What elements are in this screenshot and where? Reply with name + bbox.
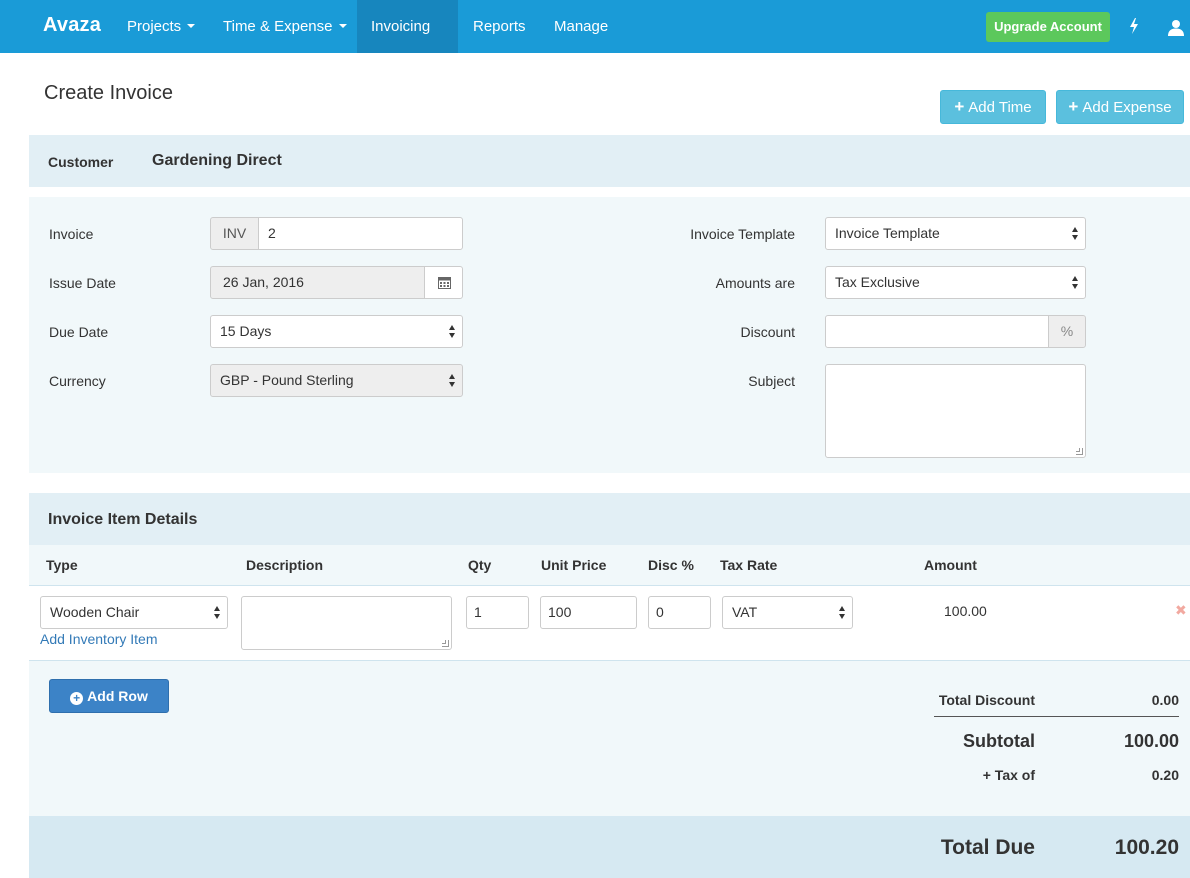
nav-manage[interactable]: Manage <box>540 0 622 53</box>
invoice-template-select[interactable]: Invoice Template <box>825 217 1086 250</box>
select-arrows-icon <box>214 606 221 619</box>
total-due-bar: Total Due 100.20 <box>29 816 1190 878</box>
remove-row-icon[interactable]: ✖ <box>1175 602 1187 619</box>
invoice-template-label: Invoice Template <box>690 226 795 242</box>
nav-reports[interactable]: Reports <box>459 0 540 53</box>
item-description-textarea[interactable] <box>241 596 452 650</box>
amounts-are-label: Amounts are <box>715 275 795 291</box>
amounts-are-value: Tax Exclusive <box>835 274 920 290</box>
due-date-select[interactable]: 15 Days <box>210 315 463 348</box>
plus-icon: + <box>1068 97 1079 116</box>
table-row: Wooden Chair Add Inventory Item 1 100 0 … <box>29 586 1190 661</box>
percent-addon: % <box>1048 315 1086 348</box>
add-expense-button[interactable]: + Add Expense <box>1056 90 1184 124</box>
nav-invoicing-label: Invoicing <box>371 18 431 35</box>
calendar-button[interactable] <box>424 266 463 299</box>
nav-projects-label: Projects <box>127 18 182 35</box>
upgrade-account-button[interactable]: Upgrade Account <box>986 12 1110 42</box>
total-due-label: Total Due <box>940 836 1035 859</box>
select-arrows-icon <box>449 325 456 338</box>
invoice-prefix-addon: INV <box>210 217 259 250</box>
col-description: Description <box>246 557 324 573</box>
nav-time-expense-label: Time & Expense <box>223 18 333 35</box>
page-title: Create Invoice <box>44 82 173 104</box>
add-time-button[interactable]: + Add Time <box>940 90 1046 124</box>
currency-value: GBP - Pound Sterling <box>220 372 354 388</box>
item-qty-input[interactable]: 1 <box>466 596 529 629</box>
item-type-value: Wooden Chair <box>50 604 140 620</box>
col-disc: Disc % <box>648 557 694 573</box>
resize-grip-icon[interactable] <box>1076 448 1083 455</box>
customer-label: Customer <box>48 154 114 170</box>
col-type: Type <box>46 557 78 573</box>
item-unit-price-input[interactable]: 100 <box>540 596 637 629</box>
chevron-down-icon <box>338 24 347 29</box>
subject-textarea[interactable] <box>825 364 1086 458</box>
select-arrows-icon <box>1072 227 1079 240</box>
add-row-button[interactable]: + Add Row <box>49 679 169 713</box>
customer-name[interactable]: Gardening Direct <box>152 152 282 170</box>
top-navbar: Avaza Projects Time & Expense Invoicing … <box>0 0 1190 82</box>
chevron-down-icon <box>187 24 196 29</box>
nav-projects[interactable]: Projects <box>113 0 209 53</box>
nav-manage-label: Manage <box>554 18 609 35</box>
item-tax-rate-value: VAT <box>732 604 758 620</box>
col-unit-price: Unit Price <box>541 557 607 573</box>
due-date-value: 15 Days <box>220 323 272 339</box>
subtotal-value: 100.00 <box>1123 731 1179 751</box>
totals-divider <box>934 716 1179 717</box>
discount-input[interactable] <box>825 315 1049 348</box>
subject-label: Subject <box>748 373 795 389</box>
resize-grip-icon[interactable] <box>442 640 449 647</box>
brand-logo[interactable]: Avaza <box>43 14 101 37</box>
total-discount-value: 0.00 <box>1151 692 1179 708</box>
currency-label: Currency <box>49 373 106 389</box>
add-inventory-item-link[interactable]: Add Inventory Item <box>40 631 158 647</box>
nav-reports-label: Reports <box>473 18 526 35</box>
total-discount-label: Total Discount <box>938 692 1035 708</box>
invoice-label: Invoice <box>49 226 94 242</box>
amounts-are-select[interactable]: Tax Exclusive <box>825 266 1086 299</box>
col-qty: Qty <box>468 557 492 573</box>
lightning-icon[interactable] <box>1128 17 1140 35</box>
invoice-details-panel: Invoice INV 2 Issue Date 26 Jan, 2016 Du… <box>29 197 1190 473</box>
select-arrows-icon <box>449 374 456 387</box>
calendar-icon <box>438 277 451 289</box>
currency-select[interactable]: GBP - Pound Sterling <box>210 364 463 397</box>
total-due-value: 100.20 <box>1114 836 1179 859</box>
nav-invoicing[interactable]: Invoicing <box>357 0 458 82</box>
discount-label: Discount <box>740 324 795 340</box>
tax-label: + Tax of <box>982 767 1035 783</box>
invoice-items-header: Invoice Item Details <box>29 493 1190 545</box>
tax-value: 0.20 <box>1151 767 1179 783</box>
col-tax-rate: Tax Rate <box>720 557 778 573</box>
add-expense-label: Add Expense <box>1082 99 1172 116</box>
invoice-number-input[interactable]: 2 <box>258 217 463 250</box>
chevron-down-icon <box>377 77 385 82</box>
item-disc-input[interactable]: 0 <box>648 596 711 629</box>
user-icon[interactable] <box>1167 19 1185 36</box>
col-amount: Amount <box>924 557 977 573</box>
item-amount: 100.00 <box>944 603 987 619</box>
invoice-items-title: Invoice Item Details <box>48 511 198 528</box>
select-arrows-icon <box>839 606 846 619</box>
due-date-label: Due Date <box>49 324 109 340</box>
plus-circle-icon: + <box>70 692 84 705</box>
subtotal-label: Subtotal <box>963 731 1035 751</box>
item-tax-rate-select[interactable]: VAT <box>722 596 853 629</box>
plus-icon: + <box>954 97 965 116</box>
nav-time-expense[interactable]: Time & Expense <box>209 0 361 53</box>
add-row-label: Add Row <box>87 688 148 704</box>
issue-date-input[interactable]: 26 Jan, 2016 <box>210 266 425 299</box>
items-column-headers: Type Description Qty Unit Price Disc % T… <box>29 545 1190 586</box>
select-arrows-icon <box>1072 276 1079 289</box>
add-time-label: Add Time <box>968 99 1032 116</box>
customer-section: Customer Gardening Direct <box>29 135 1190 187</box>
item-type-select[interactable]: Wooden Chair <box>40 596 228 629</box>
totals-panel: + Add Row Total Discount 0.00 Subtotal 10… <box>29 661 1190 816</box>
issue-date-label: Issue Date <box>49 275 116 291</box>
invoice-template-value: Invoice Template <box>835 225 940 241</box>
